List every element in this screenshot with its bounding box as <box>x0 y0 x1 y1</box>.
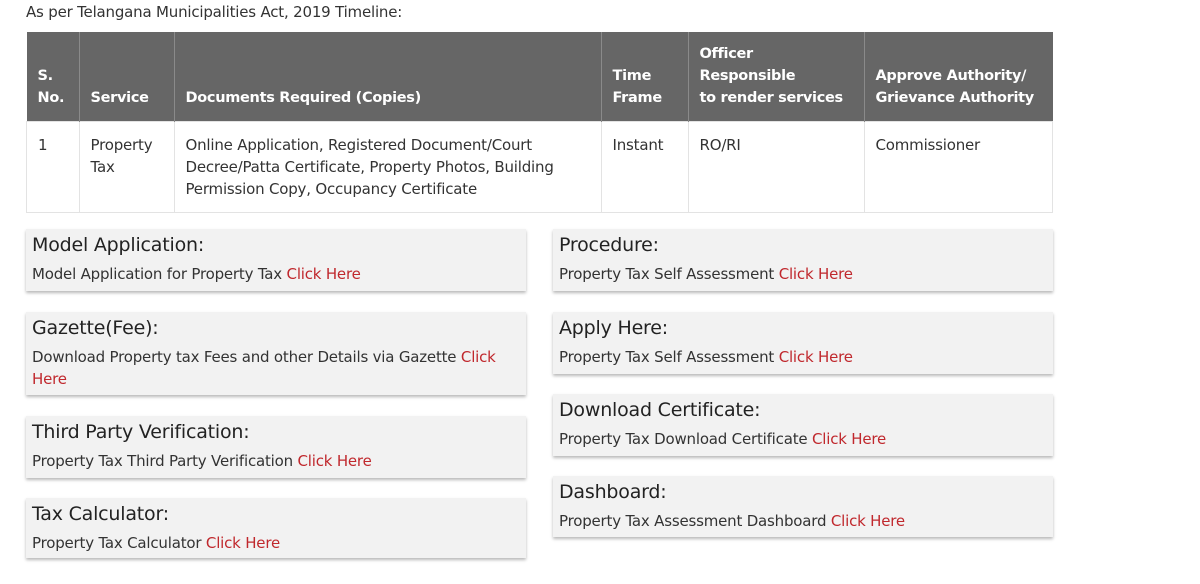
tax-calculator-link[interactable]: Click Here <box>206 534 280 552</box>
card-title: Procedure: <box>559 234 659 256</box>
card-text: Property Tax Download Certificate Click … <box>559 428 1047 450</box>
intro-text: As per Telangana Municipalities Act, 201… <box>26 3 403 21</box>
model-application-link[interactable]: Click Here <box>287 265 361 283</box>
card-third-party-verification: Third Party Verification: Property Tax T… <box>26 416 526 478</box>
card-text: Property Tax Self Assessment Click Here <box>559 346 1047 368</box>
card-title: Dashboard: <box>559 481 667 503</box>
header-service: Service <box>78 32 174 122</box>
dashboard-link[interactable]: Click Here <box>831 512 905 530</box>
header-officer-line1: Officer Responsible <box>699 46 796 84</box>
card-procedure: Procedure: Property Tax Self Assessment … <box>553 229 1053 291</box>
card-text: Download Property tax Fees and other Det… <box>32 346 520 390</box>
header-sno: S. No. <box>26 32 79 122</box>
procedure-link[interactable]: Click Here <box>779 265 853 283</box>
header-sno-line2: No. <box>37 90 65 106</box>
cell-officer: RO/RI <box>687 121 865 213</box>
card-title: Download Certificate: <box>559 399 761 421</box>
header-sno-line1: S. <box>37 68 54 84</box>
card-description: Model Application for Property Tax <box>32 265 282 283</box>
card-description: Property Tax Self Assessment <box>559 348 775 366</box>
cell-service: Property Tax <box>78 121 175 213</box>
card-title: Third Party Verification: <box>32 421 250 443</box>
download-certificate-link[interactable]: Click Here <box>812 430 886 448</box>
cell-time-frame: Instant <box>600 121 689 213</box>
card-title: Model Application: <box>32 234 205 256</box>
cell-authority: Commissioner <box>863 121 1053 213</box>
card-text: Property Tax Third Party Verification Cl… <box>32 450 520 472</box>
header-officer-line2: to render services <box>699 90 844 106</box>
cell-sno: 1 <box>26 121 80 213</box>
card-model-application: Model Application: Model Application for… <box>26 229 526 291</box>
card-text: Model Application for Property Tax Click… <box>32 263 520 285</box>
header-time-line1: Time <box>612 68 652 84</box>
card-gazette: Gazette(Fee): Download Property tax Fees… <box>26 312 526 395</box>
header-authority-line2: Grievance Authority <box>875 90 1035 106</box>
table-row: 1 Property Tax Online Application, Regis… <box>26 121 1053 213</box>
card-text: Property Tax Calculator Click Here <box>32 532 520 554</box>
card-title: Gazette(Fee): <box>32 317 159 339</box>
header-documents: Documents Required (Copies) <box>173 32 601 122</box>
timeline-table: S. No. Service Documents Required (Copie… <box>26 32 1053 213</box>
apply-here-link[interactable]: Click Here <box>779 348 853 366</box>
card-title: Apply Here: <box>559 317 668 339</box>
card-apply-here: Apply Here: Property Tax Self Assessment… <box>553 312 1053 374</box>
header-officer: Officer Responsible to render services <box>687 32 864 122</box>
card-download-certificate: Download Certificate: Property Tax Downl… <box>553 394 1053 456</box>
card-text: Property Tax Self Assessment Click Here <box>559 263 1047 285</box>
header-time-line2: Frame <box>612 90 663 106</box>
card-dashboard: Dashboard: Property Tax Assessment Dashb… <box>553 476 1053 537</box>
header-time-frame: Time Frame <box>600 32 688 122</box>
card-description: Property Tax Download Certificate <box>559 430 808 448</box>
card-text: Property Tax Assessment Dashboard Click … <box>559 510 1047 532</box>
header-authority-line1: Approve Authority/ <box>875 68 1027 84</box>
card-description: Property Tax Third Party Verification <box>32 452 293 470</box>
card-description: Property Tax Self Assessment <box>559 265 775 283</box>
cell-documents: Online Application, Registered Document/… <box>173 121 602 213</box>
header-authority: Approve Authority/ Grievance Authority <box>863 32 1053 122</box>
card-description: Property Tax Assessment Dashboard <box>559 512 827 530</box>
card-description: Property Tax Calculator <box>32 534 202 552</box>
card-title: Tax Calculator: <box>32 503 169 525</box>
third-party-verification-link[interactable]: Click Here <box>298 452 372 470</box>
card-tax-calculator: Tax Calculator: Property Tax Calculator … <box>26 498 526 558</box>
table-header-row: S. No. Service Documents Required (Copie… <box>26 32 1053 122</box>
card-description: Download Property tax Fees and other Det… <box>32 348 457 366</box>
